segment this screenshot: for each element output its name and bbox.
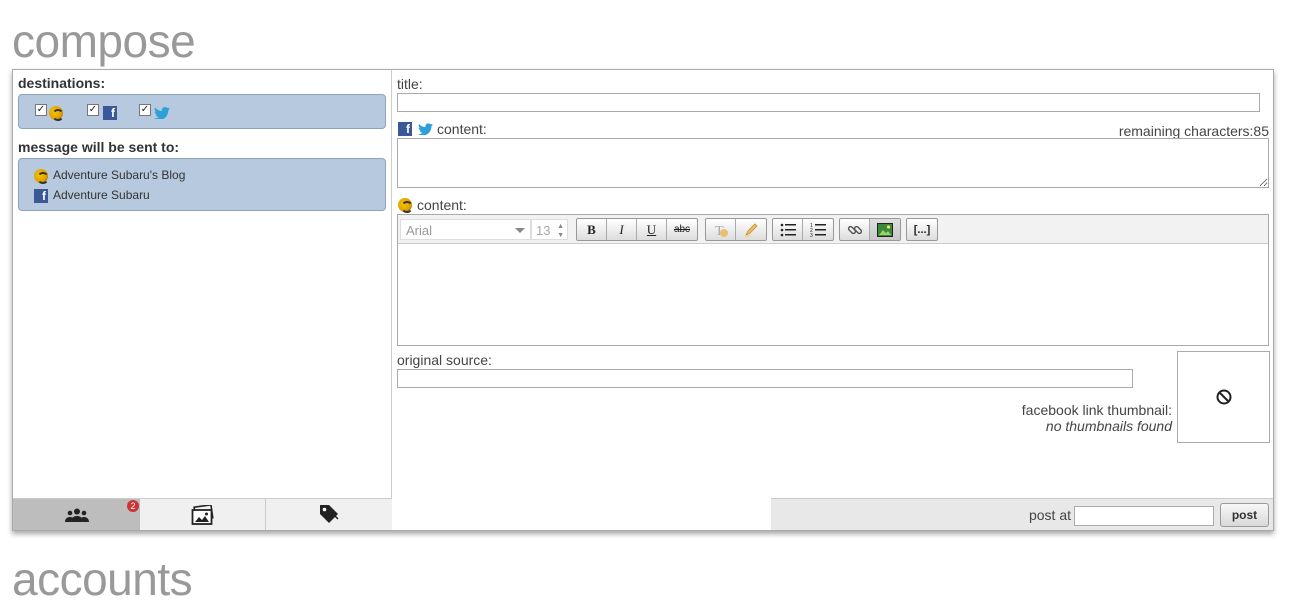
- recipient-name: Adventure Subaru: [53, 188, 150, 202]
- chevron-down-icon: [515, 228, 525, 233]
- blog-icon: [49, 106, 64, 121]
- font-family-value: Arial: [406, 223, 433, 238]
- editor-toolbar: Arial 13 ▲ ▼ B I U abc T 1 2 3 [...]: [398, 215, 1268, 244]
- italic-button[interactable]: I: [607, 219, 637, 240]
- destination-blog-checkbox[interactable]: ✓: [35, 104, 47, 116]
- recipient-name: Adventure Subaru's Blog: [53, 168, 186, 182]
- style-button-group: T: [705, 218, 767, 241]
- read-more-button[interactable]: [...]: [907, 219, 937, 240]
- bullet-list-icon: [780, 223, 796, 236]
- title-label: title:: [397, 76, 423, 92]
- destinations-box: ✓ ✓ f ✓: [18, 94, 386, 129]
- insert-image-button[interactable]: [870, 219, 900, 240]
- destination-twitter[interactable]: ✓: [139, 104, 179, 120]
- blog-icon: [398, 198, 413, 213]
- people-icon: [64, 508, 89, 522]
- underline-button[interactable]: U: [637, 219, 667, 240]
- post-at-input[interactable]: [1074, 506, 1214, 526]
- highlight-button[interactable]: [736, 219, 766, 240]
- blog-content-label: content:: [417, 197, 467, 213]
- tab-images[interactable]: [140, 499, 266, 530]
- compose-panel: destinations: ✓ ✓ f ✓ message will be se…: [12, 69, 1274, 531]
- image-icon: [877, 222, 893, 237]
- text-color-button[interactable]: T: [706, 219, 736, 240]
- svg-text:3: 3: [810, 233, 813, 237]
- post-at-label: post at: [1028, 507, 1071, 523]
- social-content-label: content:: [437, 121, 487, 137]
- format-button-group: B I U abc: [576, 218, 698, 241]
- right-column: title: f content: remaining characters:8…: [392, 70, 1273, 530]
- destination-blog[interactable]: ✓: [35, 104, 75, 121]
- twitter-icon: [418, 123, 433, 135]
- tag-icon: [320, 504, 339, 523]
- destination-facebook-checkbox[interactable]: ✓: [87, 104, 99, 116]
- destinations-label: destinations:: [18, 75, 106, 91]
- accounts-heading: accounts: [12, 553, 193, 605]
- font-size-value: 13: [536, 223, 551, 238]
- post-button[interactable]: post: [1220, 503, 1269, 527]
- social-content-textarea[interactable]: [397, 138, 1269, 188]
- insert-button-group: [839, 218, 901, 241]
- numbered-list-button[interactable]: 1 2 3: [803, 219, 833, 240]
- bold-button[interactable]: B: [577, 219, 607, 240]
- rich-text-editor: Arial 13 ▲ ▼ B I U abc T 1 2 3 [...]: [397, 214, 1269, 346]
- strikethrough-button[interactable]: abc: [667, 219, 697, 240]
- recipients-box: Adventure Subaru's Blog f Adventure Suba…: [18, 158, 386, 211]
- tab-tags[interactable]: [266, 499, 392, 530]
- more-button-group: [...]: [906, 218, 938, 241]
- destination-twitter-checkbox[interactable]: ✓: [139, 104, 151, 116]
- original-source-label: original source:: [397, 352, 492, 368]
- no-thumbnail-icon: [1216, 389, 1231, 405]
- bottom-tabbar: 2: [13, 498, 392, 530]
- facebook-icon: f: [34, 189, 48, 203]
- highlighter-icon: [745, 222, 758, 237]
- title-input[interactable]: [397, 93, 1260, 112]
- remaining-characters: remaining characters:85: [1118, 123, 1269, 139]
- post-bar: post at post: [771, 498, 1273, 530]
- facebook-icon: f: [103, 106, 117, 120]
- thumbnail-status: no thumbnails found: [1045, 418, 1172, 434]
- original-source-input[interactable]: [397, 369, 1133, 388]
- images-icon: [191, 504, 214, 525]
- numbered-list-icon: 1 2 3: [810, 223, 826, 237]
- font-family-select[interactable]: Arial: [400, 219, 531, 240]
- compose-heading: compose: [12, 15, 196, 67]
- tab-accounts[interactable]: 2: [13, 499, 140, 530]
- editor-content-area[interactable]: [398, 244, 1268, 345]
- chevron-down-icon[interactable]: ▼: [557, 232, 564, 239]
- link-icon: [847, 225, 862, 234]
- destination-facebook[interactable]: ✓ f: [87, 104, 127, 120]
- thumbnail-preview[interactable]: [1177, 351, 1270, 443]
- notification-badge: 2: [127, 500, 139, 512]
- recipient-item: Adventure Subaru's Blog: [34, 168, 294, 184]
- left-column: destinations: ✓ ✓ f ✓ message will be se…: [13, 70, 392, 530]
- twitter-icon: [154, 107, 170, 119]
- recipients-label: message will be sent to:: [18, 139, 180, 155]
- facebook-icon: f: [398, 122, 412, 136]
- thumbnail-label: facebook link thumbnail:: [1021, 402, 1172, 418]
- chevron-up-icon[interactable]: ▲: [557, 223, 564, 230]
- list-button-group: 1 2 3: [772, 218, 834, 241]
- insert-link-button[interactable]: [840, 219, 870, 240]
- font-size-stepper[interactable]: 13 ▲ ▼: [531, 219, 568, 240]
- recipient-item: f Adventure Subaru: [34, 188, 294, 204]
- text-color-icon: T: [715, 224, 728, 238]
- blog-icon: [34, 169, 49, 184]
- bullet-list-button[interactable]: [773, 219, 803, 240]
